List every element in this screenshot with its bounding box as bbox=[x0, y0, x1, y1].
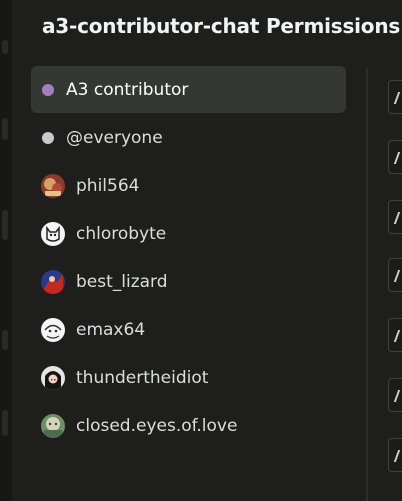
server-icon-fragment[interactable] bbox=[2, 210, 8, 240]
avatar-icon bbox=[41, 317, 65, 342]
member-item-chlorobyte[interactable]: chlorobyte bbox=[31, 210, 346, 257]
permissions-window: a3-contributor-chat Permissions A3 contr… bbox=[0, 0, 402, 501]
role-dot-icon bbox=[42, 131, 54, 144]
check-icon bbox=[393, 270, 401, 282]
member-item-closed-eyes-of-love[interactable]: closed.eyes.of.love bbox=[31, 402, 346, 449]
member-item-label: phil564 bbox=[76, 175, 140, 196]
check-icon bbox=[393, 212, 401, 224]
permission-toggle[interactable] bbox=[388, 438, 402, 472]
permission-toggle[interactable] bbox=[388, 318, 402, 352]
server-sidebar-strip bbox=[0, 0, 12, 501]
member-item-best-lizard[interactable]: best_lizard bbox=[31, 258, 346, 305]
role-item-label: A3 contributor bbox=[66, 79, 189, 100]
permission-toggle[interactable] bbox=[388, 258, 402, 292]
role-item-everyone[interactable]: @everyone bbox=[31, 114, 346, 161]
check-icon bbox=[393, 390, 401, 402]
check-icon bbox=[393, 92, 401, 104]
server-icon-fragment[interactable] bbox=[2, 410, 8, 436]
permission-toggle[interactable] bbox=[388, 378, 402, 412]
page-title: a3-contributor-chat Permissions bbox=[42, 14, 401, 38]
check-icon bbox=[393, 152, 401, 164]
role-dot-icon bbox=[42, 83, 54, 96]
member-item-label: chlorobyte bbox=[76, 223, 167, 244]
roles-members-list: A3 contributor @everyone phil564 chlorob… bbox=[31, 66, 346, 450]
permission-toggle[interactable] bbox=[388, 140, 402, 174]
check-icon bbox=[393, 450, 401, 462]
server-icon-fragment[interactable] bbox=[2, 40, 8, 54]
avatar-icon bbox=[41, 269, 65, 294]
avatar-icon bbox=[41, 413, 65, 438]
server-icon-fragment[interactable] bbox=[2, 330, 8, 350]
role-item-label: @everyone bbox=[66, 127, 163, 148]
member-item-emax64[interactable]: emax64 bbox=[31, 306, 346, 353]
avatar-icon bbox=[41, 365, 65, 390]
server-icon-fragment[interactable] bbox=[2, 118, 8, 140]
avatar-icon bbox=[41, 221, 65, 246]
permission-toggle[interactable] bbox=[388, 80, 402, 114]
avatar-icon bbox=[41, 173, 65, 198]
permission-toggle[interactable] bbox=[388, 200, 402, 234]
permission-settings-column bbox=[388, 68, 402, 501]
member-item-label: emax64 bbox=[76, 319, 146, 340]
member-item-thundertheidiot[interactable]: thundertheidiot bbox=[31, 354, 346, 401]
column-divider bbox=[366, 68, 368, 501]
member-item-label: thundertheidiot bbox=[76, 367, 209, 388]
member-item-phil564[interactable]: phil564 bbox=[31, 162, 346, 209]
member-item-label: closed.eyes.of.love bbox=[76, 415, 238, 436]
member-item-label: best_lizard bbox=[76, 271, 168, 292]
role-item-a3-contributor[interactable]: A3 contributor bbox=[31, 66, 346, 113]
check-icon bbox=[393, 330, 401, 342]
